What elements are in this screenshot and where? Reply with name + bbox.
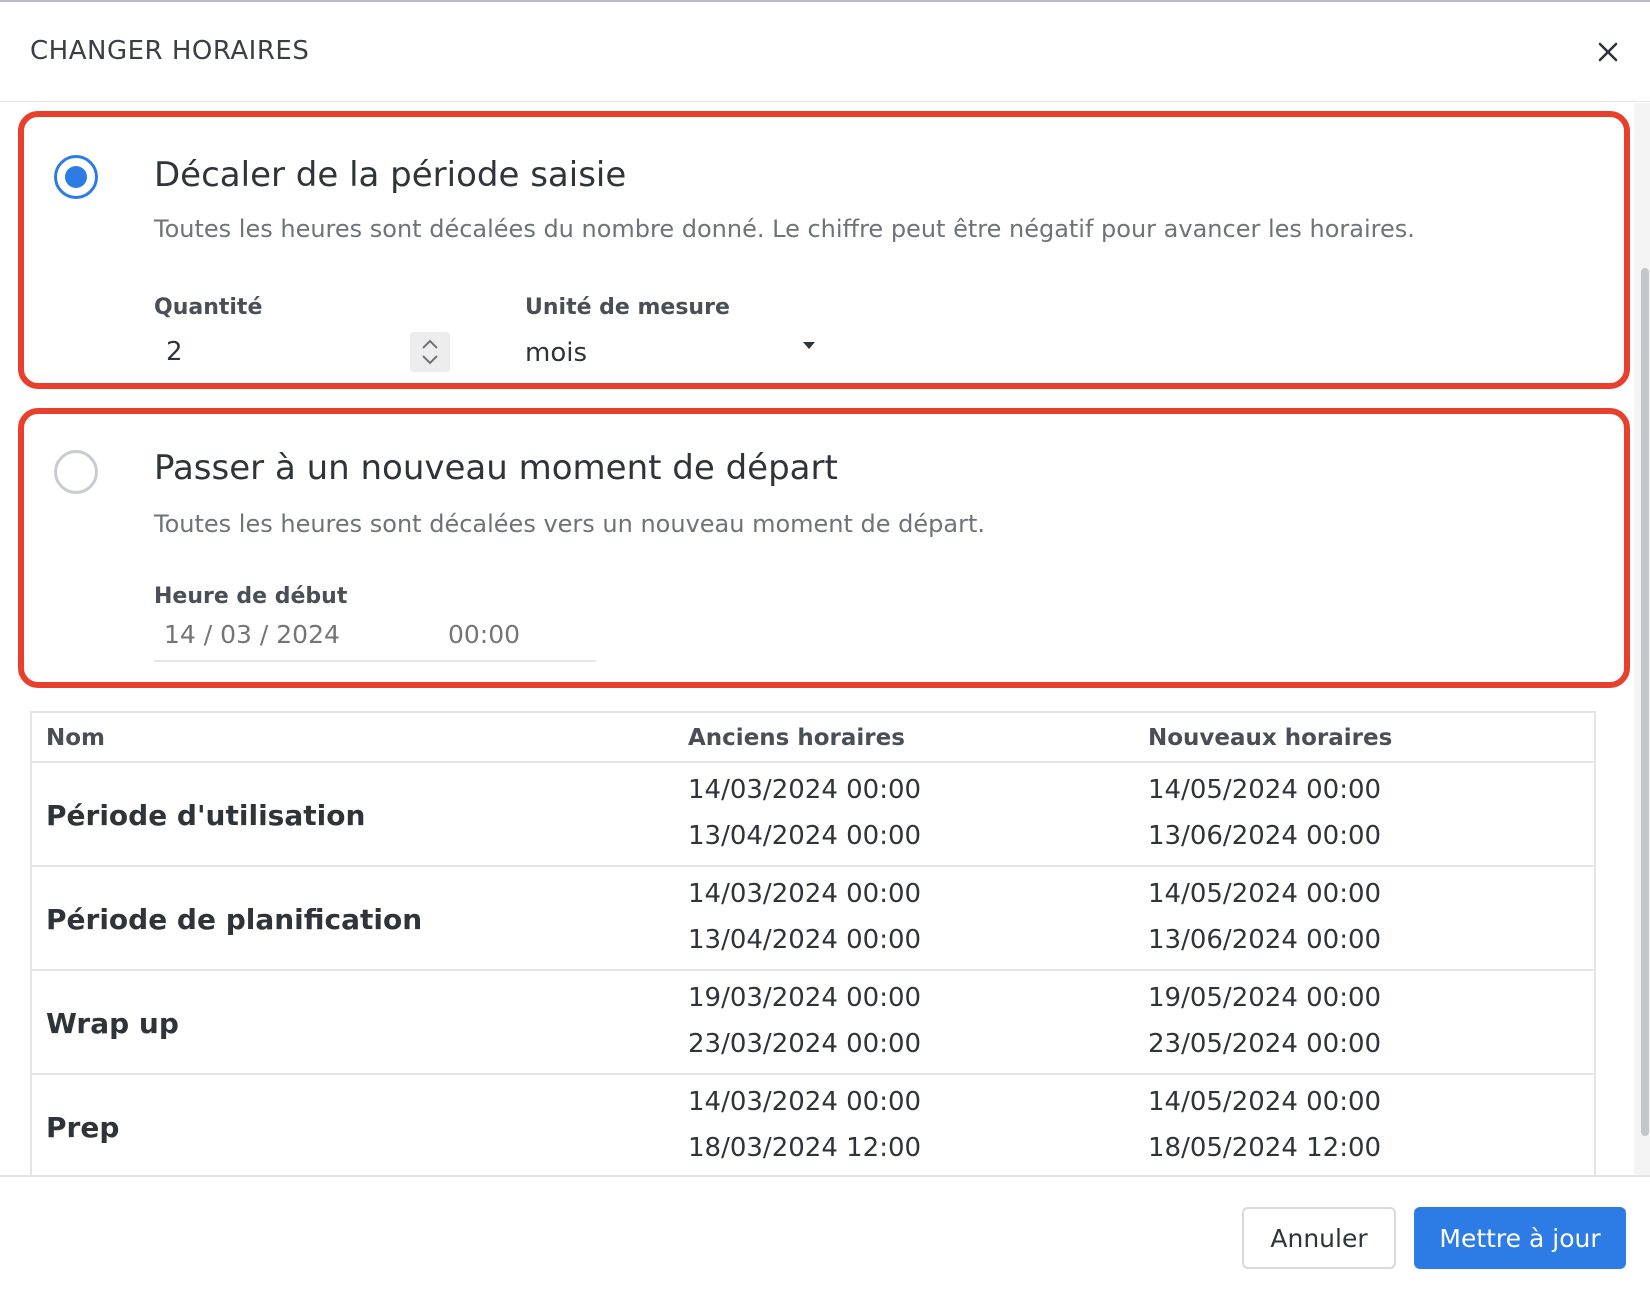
quantity-label: Quantité bbox=[154, 295, 263, 320]
option-new-start-title: Passer à un nouveau moment de départ bbox=[154, 448, 838, 488]
option-new-start[interactable]: Passer à un nouveau moment de départ Tou… bbox=[18, 408, 1630, 688]
new-start: 19/05/2024 00:00 bbox=[1148, 983, 1382, 1013]
cancel-button[interactable]: Annuler bbox=[1242, 1207, 1396, 1269]
option-new-start-description: Toutes les heures sont décalées vers un … bbox=[154, 510, 986, 538]
start-time-label: Heure de début bbox=[154, 584, 348, 609]
unit-select[interactable]: mois bbox=[525, 330, 815, 374]
quantity-input[interactable] bbox=[154, 330, 454, 374]
column-header-name: Nom bbox=[46, 725, 106, 751]
row-name: Prep bbox=[46, 1111, 120, 1144]
update-button[interactable]: Mettre à jour bbox=[1414, 1207, 1626, 1269]
dialog-footer: Annuler Mettre à jour bbox=[0, 1175, 1650, 1290]
new-end: 18/05/2024 12:00 bbox=[1148, 1133, 1382, 1163]
table-row: Wrap up 19/03/2024 00:00 23/03/2024 00:0… bbox=[32, 971, 1594, 1075]
start-datetime-field[interactable] bbox=[154, 614, 596, 662]
option-shift-period[interactable]: Décaler de la période saisie Toutes les … bbox=[18, 111, 1630, 389]
table-row: Période d'utilisation 14/03/2024 00:00 1… bbox=[32, 763, 1594, 867]
new-end: 23/05/2024 00:00 bbox=[1148, 1029, 1382, 1059]
start-time-input[interactable] bbox=[448, 620, 568, 649]
row-name: Période de planification bbox=[46, 903, 423, 936]
old-end: 13/04/2024 00:00 bbox=[688, 821, 922, 851]
caret-down-icon bbox=[803, 342, 815, 349]
new-start: 14/05/2024 00:00 bbox=[1148, 775, 1382, 805]
old-end: 23/03/2024 00:00 bbox=[688, 1029, 922, 1059]
chevron-up-icon bbox=[422, 339, 438, 349]
chevron-down-icon bbox=[422, 355, 438, 365]
new-end: 13/06/2024 00:00 bbox=[1148, 925, 1382, 955]
close-icon[interactable] bbox=[1594, 38, 1622, 66]
old-start: 14/03/2024 00:00 bbox=[688, 1087, 922, 1117]
radio-shift-period[interactable] bbox=[54, 155, 98, 199]
table-row: Prep 14/03/2024 00:00 18/03/2024 12:00 1… bbox=[32, 1075, 1594, 1179]
old-start: 14/03/2024 00:00 bbox=[688, 879, 922, 909]
old-end: 18/03/2024 12:00 bbox=[688, 1133, 922, 1163]
scrollbar-thumb[interactable] bbox=[1641, 268, 1649, 1136]
old-start: 19/03/2024 00:00 bbox=[688, 983, 922, 1013]
unit-select-value: mois bbox=[525, 338, 588, 368]
new-end: 13/06/2024 00:00 bbox=[1148, 821, 1382, 851]
option-shift-description: Toutes les heures sont décalées du nombr… bbox=[154, 215, 1415, 243]
quantity-stepper[interactable] bbox=[410, 332, 450, 372]
old-start: 14/03/2024 00:00 bbox=[688, 775, 922, 805]
column-header-old: Anciens horaires bbox=[688, 725, 905, 751]
dialog-header: CHANGER HORAIRES bbox=[0, 2, 1650, 102]
new-start: 14/05/2024 00:00 bbox=[1148, 1087, 1382, 1117]
unit-label: Unité de mesure bbox=[525, 295, 730, 320]
row-name: Période d'utilisation bbox=[46, 799, 366, 832]
option-shift-title: Décaler de la période saisie bbox=[154, 155, 627, 195]
new-start: 14/05/2024 00:00 bbox=[1148, 879, 1382, 909]
table-row: Période de planification 14/03/2024 00:0… bbox=[32, 867, 1594, 971]
dialog-title: CHANGER HORAIRES bbox=[30, 36, 310, 66]
old-end: 13/04/2024 00:00 bbox=[688, 925, 922, 955]
row-name: Wrap up bbox=[46, 1007, 179, 1040]
radio-new-start[interactable] bbox=[54, 450, 98, 494]
column-header-new: Nouveaux horaires bbox=[1148, 725, 1393, 751]
table-header: Nom Anciens horaires Nouveaux horaires bbox=[32, 713, 1594, 763]
schedule-table: Nom Anciens horaires Nouveaux horaires P… bbox=[30, 711, 1596, 1179]
start-date-input[interactable] bbox=[164, 620, 384, 649]
